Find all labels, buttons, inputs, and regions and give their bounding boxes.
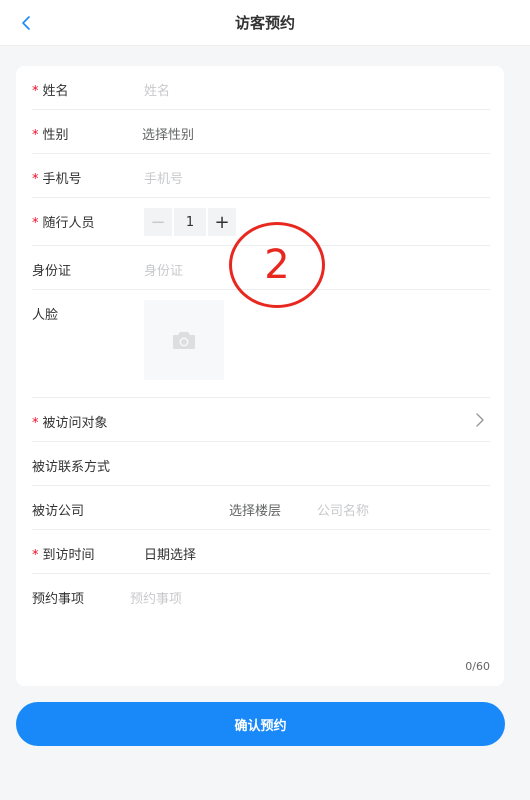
- face-label: 人脸: [32, 308, 59, 323]
- companions-stepper: − 1 +: [144, 208, 236, 236]
- id-card-label: 身份证: [32, 264, 72, 279]
- visitor-form-card: * 姓名 姓名 * 性别 选择性别 * 手机号 手机号 * 随行人员 − 1 + 身份证…: [16, 66, 504, 686]
- company-name-input[interactable]: 公司名称: [317, 500, 369, 519]
- gender-select[interactable]: 选择性别: [142, 124, 194, 143]
- appointment-matter-row: 预约事项 预约事项: [32, 574, 490, 686]
- stepper-plus-button[interactable]: +: [208, 208, 236, 236]
- visit-company-label: 被访公司: [32, 504, 85, 519]
- name-input[interactable]: 姓名: [144, 80, 170, 99]
- face-row: 人脸: [32, 290, 490, 398]
- visit-company-row: 被访公司 选择楼层 公司名称: [32, 486, 490, 530]
- required-mark: *: [32, 172, 39, 187]
- visit-target-row[interactable]: * 被访问对象: [32, 398, 490, 442]
- required-mark: *: [32, 216, 39, 231]
- name-row: * 姓名 姓名: [32, 66, 490, 110]
- floor-select[interactable]: 选择楼层: [229, 500, 281, 519]
- visit-contact-label: 被访联系方式: [32, 460, 111, 475]
- chevron-right-icon[interactable]: [476, 413, 484, 427]
- id-card-input[interactable]: 身份证: [144, 260, 183, 279]
- phone-row: * 手机号 手机号: [32, 154, 490, 198]
- required-mark: *: [32, 128, 39, 143]
- face-uploader[interactable]: [144, 300, 224, 380]
- character-counter: 0/60: [465, 660, 490, 673]
- phone-input[interactable]: 手机号: [144, 168, 183, 187]
- gender-row[interactable]: * 性别 选择性别: [32, 110, 490, 154]
- visit-contact-row: 被访联系方式: [32, 442, 490, 486]
- visit-target-label: * 被访问对象: [32, 416, 108, 431]
- appointment-matter-label: 预约事项: [32, 592, 85, 607]
- camera-icon: [173, 332, 195, 349]
- date-picker[interactable]: 日期选择: [144, 544, 196, 563]
- visit-time-label: * 到访时间: [32, 548, 95, 563]
- page-title: 访客预约: [234, 14, 295, 32]
- visit-time-row[interactable]: * 到访时间 日期选择: [32, 530, 490, 574]
- appointment-matter-textarea[interactable]: 预约事项: [130, 588, 182, 607]
- confirm-appointment-button[interactable]: 确认预约: [16, 702, 505, 746]
- stepper-minus-button[interactable]: −: [144, 208, 172, 236]
- phone-label: * 手机号: [32, 172, 82, 187]
- nav-bar: 访客预约: [0, 0, 530, 46]
- annotation-marker: 2: [229, 222, 325, 308]
- required-mark: *: [32, 84, 39, 99]
- required-mark: *: [32, 548, 39, 563]
- stepper-value[interactable]: 1: [174, 208, 206, 236]
- required-mark: *: [32, 416, 39, 431]
- gender-label: * 性别: [32, 128, 69, 143]
- companions-label: * 随行人员: [32, 216, 95, 231]
- name-label: * 姓名: [32, 84, 69, 99]
